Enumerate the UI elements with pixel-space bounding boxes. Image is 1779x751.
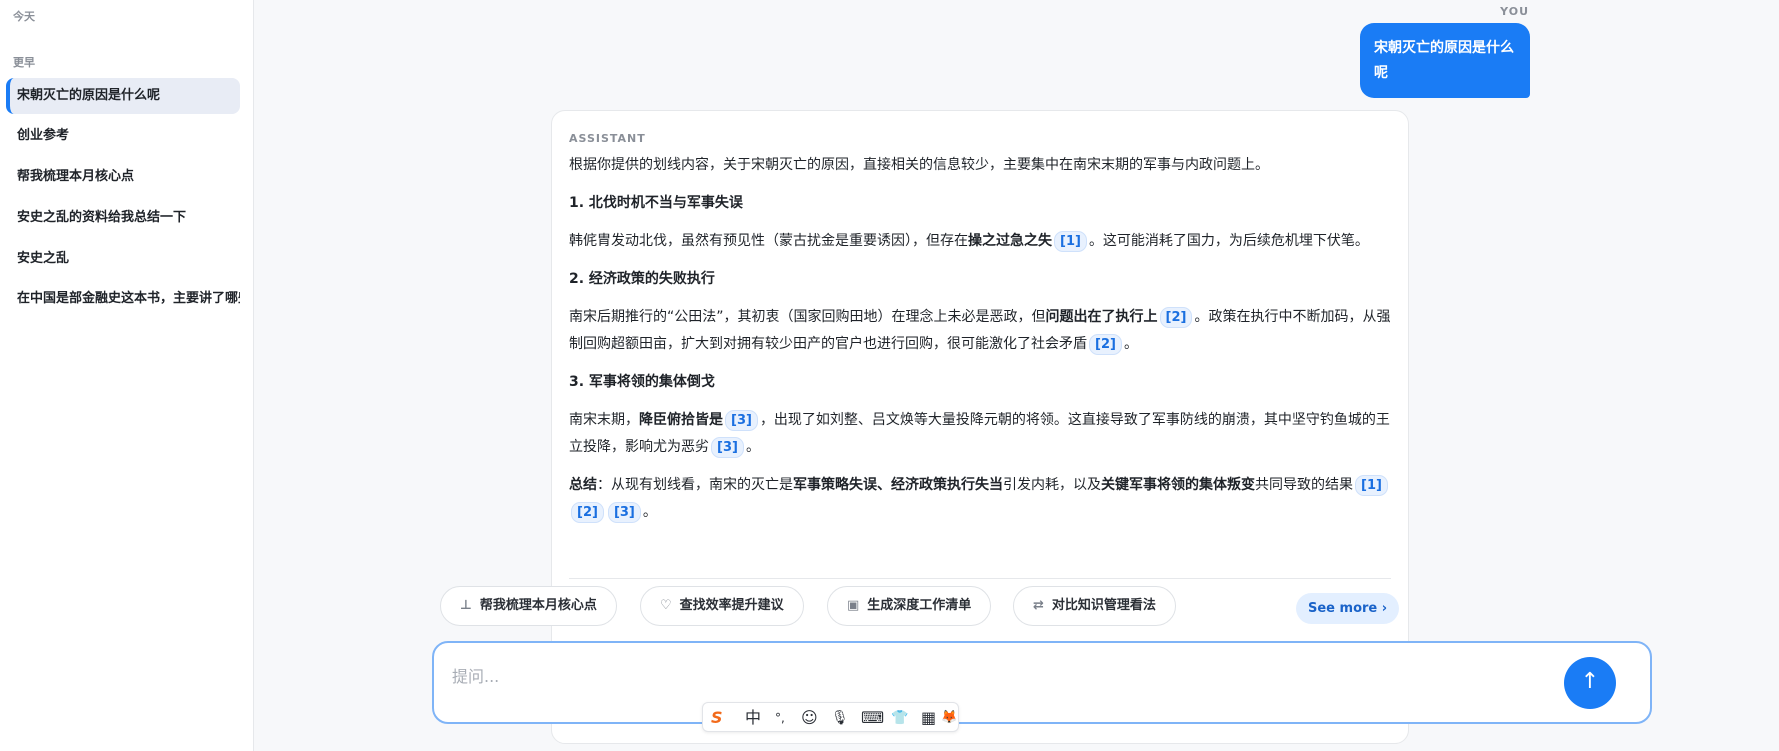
arrow-up-icon: ↑ <box>1580 669 1600 694</box>
suggestion-chip-monthly[interactable]: ⊥ 帮我梳理本月核心点 <box>440 586 617 626</box>
keyboard-icon[interactable]: ⌨ <box>861 708 884 728</box>
see-more-button[interactable]: See more › <box>1296 593 1400 624</box>
clipboard-icon: ▣ <box>847 598 860 613</box>
citation-2[interactable]: [2] <box>1089 334 1122 355</box>
divider <box>569 578 1391 579</box>
suggestion-chip-efficiency[interactable]: ♡ 查找效率提升建议 <box>640 586 804 626</box>
suggestion-chip-compare[interactable]: ⇄ 对比知识管理看法 <box>1013 586 1176 626</box>
ime-mode-toggle[interactable]: 中 <box>745 708 761 728</box>
you-label: YOU <box>1500 5 1529 18</box>
group-label-earlier: 更早 <box>13 56 35 69</box>
section-3-title: 3. 军事将领的集体倒戈 <box>569 374 715 390</box>
assistant-label: ASSISTANT <box>569 132 646 145</box>
chat-main: YOU 宋朝灭亡的原因是什么呢 ASSISTANT 根据你提供的划线内容，关于宋… <box>255 0 1779 751</box>
chat-input-box[interactable]: ↑ <box>432 641 1652 724</box>
sidebar-item-finance-book[interactable]: 在中国是部金融史这本书，主要讲了哪些内容 <box>6 281 240 317</box>
microphone-icon[interactable]: 🎙 <box>831 708 849 728</box>
assistant-answer: 根据你提供的划线内容，关于宋朝灭亡的原因，直接相关的信息较少，主要集中在南宋末期… <box>569 152 1391 537</box>
citation-1[interactable]: [1] <box>1355 475 1388 496</box>
citation-3[interactable]: [3] <box>711 437 744 458</box>
sidebar-item-anshi-summary[interactable]: 安史之乱的资料给我总结一下 <box>6 200 240 236</box>
skin-icon[interactable]: 👕 <box>891 708 908 728</box>
lightbulb-icon: ♡ <box>660 598 672 613</box>
answer-intro: 根据你提供的划线内容，关于宋朝灭亡的原因，直接相关的信息较少，主要集中在南宋末期… <box>569 157 1269 173</box>
citation-1[interactable]: [1] <box>1054 231 1087 252</box>
user-message-bubble: 宋朝灭亡的原因是什么呢 <box>1360 23 1530 98</box>
chat-input[interactable] <box>452 661 1552 691</box>
sidebar-item-anshi[interactable]: 安史之乱 <box>6 241 240 277</box>
suggestion-chip-worklist[interactable]: ▣ 生成深度工作清单 <box>827 586 992 626</box>
sidebar: 今天 更早 宋朝灭亡的原因是什么呢 创业参考 帮我梳理本月核心点 安史之乱的资料… <box>0 0 254 751</box>
chart-icon: ⊥ <box>460 598 472 613</box>
citation-2[interactable]: [2] <box>1159 307 1193 328</box>
ime-toolbar: S 中 °, ☺ 🎙 ⌨ 👕 ▦ 🦊 <box>702 702 959 732</box>
section-2-title: 2. 经济政策的失败执行 <box>569 271 715 287</box>
sidebar-item-song-dynasty[interactable]: 宋朝灭亡的原因是什么呢 <box>6 78 240 114</box>
summary-text: 总结：从现有划线看，南宋的灭亡是军事策略失误、经济政策执行失当引发内耗，以及关键… <box>569 472 1391 526</box>
send-button[interactable]: ↑ <box>1564 657 1616 709</box>
section-1-text: 韩侂胄发动北伐，虽然有预见性（蒙古扰金是重要诱因），但存在操之过急之失 [1] 。这… <box>569 228 1391 255</box>
mascot-icon[interactable]: 🦊 <box>941 708 957 728</box>
group-label-today: 今天 <box>13 10 35 23</box>
sidebar-item-startup[interactable]: 创业参考 <box>6 118 240 154</box>
sogou-logo-icon[interactable]: S <box>711 708 723 728</box>
section-2-text: 南宋后期推行的“公田法”，其初衷（国家回购田地）在理念上未必是恶政，但问题出在了… <box>569 304 1391 358</box>
emoji-icon[interactable]: ☺ <box>801 708 818 728</box>
sidebar-item-monthly[interactable]: 帮我梳理本月核心点 <box>6 159 240 195</box>
section-1-title: 1. 北伐时机不当与军事失误 <box>569 195 743 211</box>
swap-icon: ⇄ <box>1033 598 1044 613</box>
punctuation-icon[interactable]: °, <box>775 708 785 728</box>
citation-3[interactable]: [3] <box>725 410 758 431</box>
section-3-text: 南宋末期，降臣俯拾皆是 [3] ，出现了如刘整、吕文焕等大量投降元朝的将领。这直接导… <box>569 407 1391 461</box>
citation-3[interactable]: [3] <box>607 502 641 523</box>
citation-2[interactable]: [2] <box>571 502 604 523</box>
apps-grid-icon[interactable]: ▦ <box>921 708 936 728</box>
